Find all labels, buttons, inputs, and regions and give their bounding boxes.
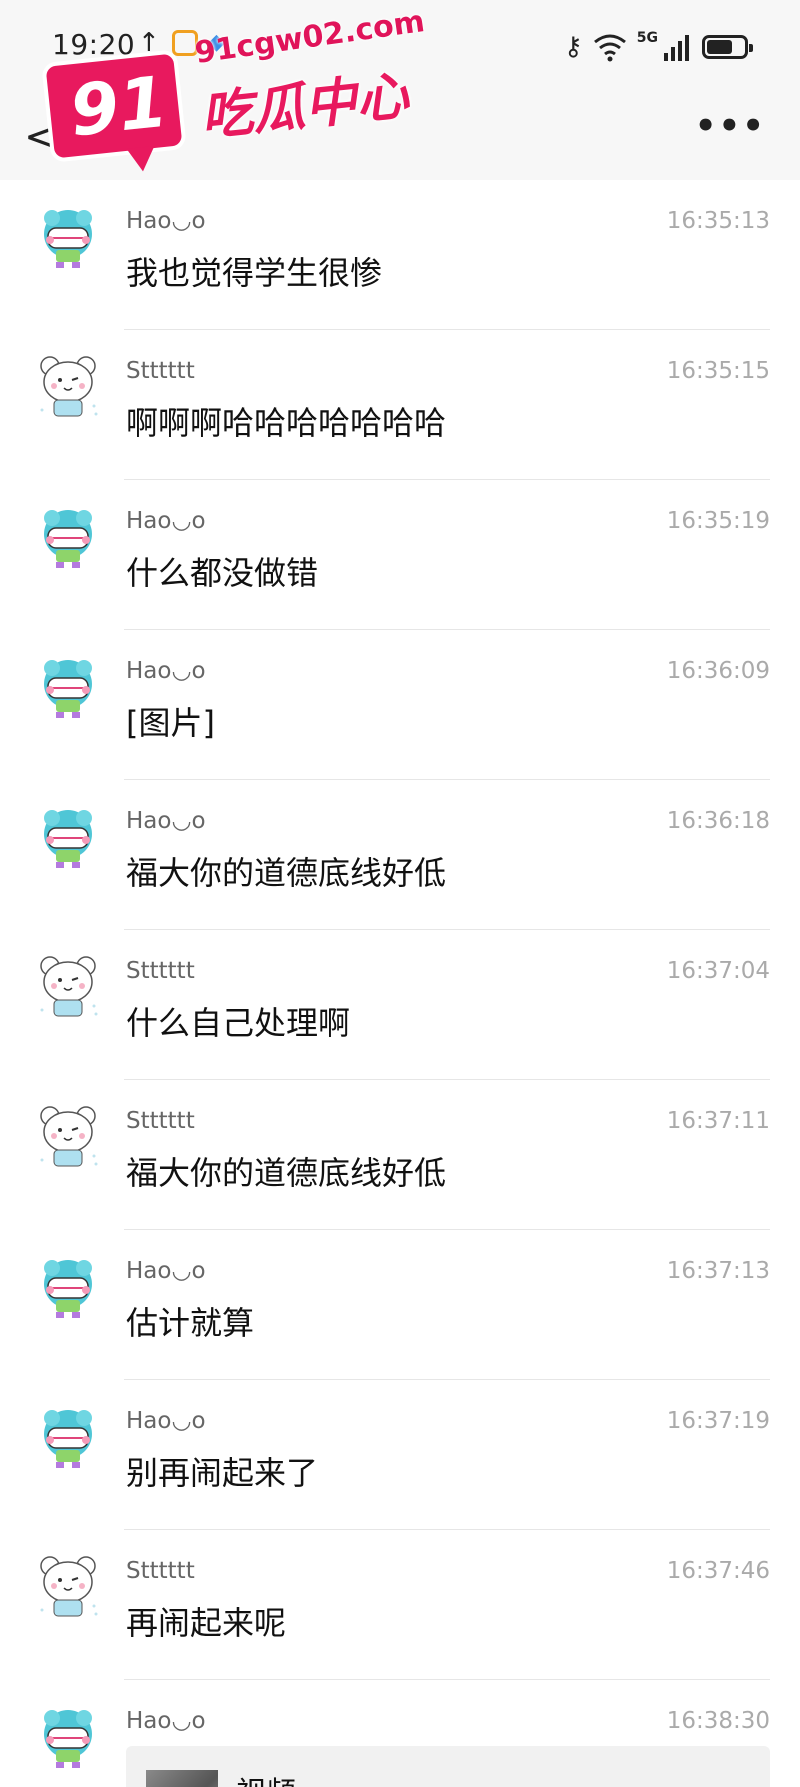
video-attachment[interactable]: 视频 [126,1746,770,1787]
fishbowl-avatar-icon[interactable] [34,504,102,572]
notification-app-icon [172,30,198,56]
sender-name: Stttttt [126,358,195,384]
sender-name: Hao◡o [126,808,206,834]
message-text: [图片] [126,704,215,742]
chat-message[interactable]: Hao◡o 16:37:19 别再闹起来了 [0,1380,800,1530]
chevron-left-icon[interactable]: < [24,114,58,160]
status-time: 19:20 [52,28,136,61]
chat-message[interactable]: Hao◡o 16:37:13 估计就算 [0,1230,800,1380]
bear-avatar-icon[interactable] [34,354,102,422]
wifi-icon [593,34,626,62]
upload-arrow-icon: ↑ [138,28,160,58]
sender-name: Stttttt [126,1108,195,1134]
message-time: 16:35:19 [666,508,770,534]
chat-history-list[interactable]: Hao◡o 16:35:13 我也觉得学生很惨 Stttttt 16:35:15 啊啊啊哈… [0,180,800,1787]
message-text: 什么都没做错 [126,554,319,592]
message-time: 16:38:30 [666,1708,770,1734]
status-bar: 19:20 ↑ ◆ ⚷ 5G [0,0,800,100]
fishbowl-avatar-icon[interactable] [34,1704,102,1772]
message-time: 16:37:11 [666,1108,770,1134]
signal-strength-icon [664,35,689,61]
chat-message[interactable]: Stttttt 16:37:04 什么自己处理啊 [0,930,800,1080]
chat-message[interactable]: Hao◡o 16:35:19 什么都没做错 [0,480,800,630]
network-type-label: 5G [636,30,658,46]
message-text: 再闹起来呢 [126,1604,287,1642]
message-time: 16:36:09 [666,658,770,684]
sender-name: Hao◡o [126,658,206,684]
sender-name: Stttttt [126,1558,195,1584]
sender-name: Hao◡o [126,1258,206,1284]
chat-message[interactable]: Hao◡o 16:36:09 [图片] [0,630,800,780]
message-time: 16:35:15 [666,358,770,384]
video-thumbnail[interactable] [146,1770,218,1787]
title-bar: < ••• [0,100,800,180]
chat-message[interactable]: Hao◡o 16:36:18 福大你的道德底线好低 [0,780,800,930]
message-time: 16:37:04 [666,958,770,984]
message-text: 福大你的道德底线好低 [126,1154,447,1192]
sender-name: Stttttt [126,958,195,984]
bear-avatar-icon[interactable] [34,1104,102,1172]
fishbowl-avatar-icon[interactable] [34,1254,102,1322]
fishbowl-avatar-icon[interactable] [34,1404,102,1472]
message-time: 16:36:18 [666,808,770,834]
chat-message[interactable]: Hao◡o 16:35:13 我也觉得学生很惨 [0,180,800,330]
message-time: 16:37:46 [666,1558,770,1584]
message-text: 我也觉得学生很惨 [126,254,383,292]
sender-name: Hao◡o [126,208,206,234]
chat-message[interactable]: Stttttt 16:37:46 再闹起来呢 [0,1530,800,1680]
chat-message[interactable]: Stttttt 16:35:15 啊啊啊哈哈哈哈哈哈哈 [0,330,800,480]
sender-name: Hao◡o [126,1708,206,1734]
message-time: 16:37:19 [666,1408,770,1434]
fishbowl-avatar-icon[interactable] [34,804,102,872]
sender-name: Hao◡o [126,1408,206,1434]
fishbowl-avatar-icon[interactable] [34,654,102,722]
sender-name: Hao◡o [126,508,206,534]
chat-message[interactable]: Hao◡o 16:38:30 视频 [0,1680,800,1787]
message-time: 16:35:13 [666,208,770,234]
status-indicators: ⚷ 5G [563,30,753,64]
bear-avatar-icon[interactable] [34,1554,102,1622]
message-text: 啊啊啊哈哈哈哈哈哈哈 [126,404,447,442]
message-text: 别再闹起来了 [126,1454,319,1492]
battery-icon [702,35,753,59]
vpn-key-icon: ⚷ [563,32,583,62]
bear-avatar-icon[interactable] [34,954,102,1022]
message-text: 估计就算 [126,1304,255,1342]
message-text: 什么自己处理啊 [126,1004,351,1042]
message-time: 16:37:13 [666,1258,770,1284]
fishbowl-avatar-icon[interactable] [34,204,102,272]
message-text: 福大你的道德底线好低 [126,854,447,892]
chat-message[interactable]: Stttttt 16:37:11 福大你的道德底线好低 [0,1080,800,1230]
more-dots-icon[interactable]: ••• [695,106,766,146]
notification-bird-icon: ◆ [208,30,225,55]
video-label: 视频 [236,1768,296,1787]
